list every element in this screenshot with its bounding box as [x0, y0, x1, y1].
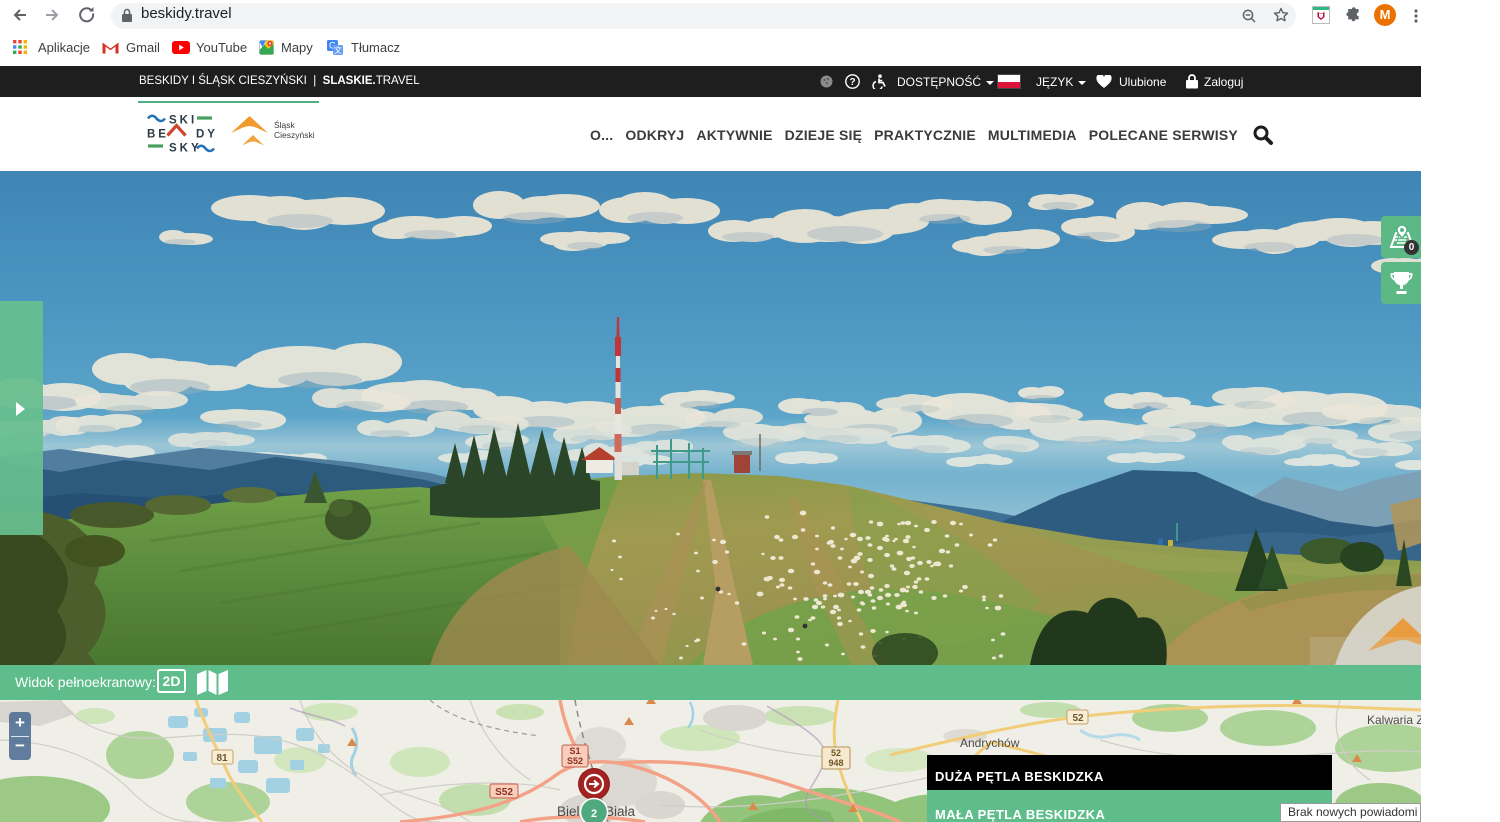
svg-text:S52: S52	[495, 787, 513, 798]
svg-text:52: 52	[831, 748, 841, 758]
svg-text:SKY: SKY	[169, 143, 202, 155]
svg-text:DY: DY	[196, 129, 218, 141]
svg-text:81: 81	[216, 753, 228, 764]
svg-text:?: ?	[849, 77, 855, 88]
svg-text:Śląsk: Śląsk	[274, 119, 296, 130]
svg-text:948: 948	[828, 758, 843, 768]
svg-text:S52: S52	[567, 756, 583, 766]
svg-text:Kalwaria Ze: Kalwaria Ze	[1367, 713, 1421, 727]
svg-text:Andrychów: Andrychów	[960, 736, 1020, 750]
svg-text:BE: BE	[147, 129, 169, 141]
svg-text:S1: S1	[569, 746, 580, 756]
svg-text:2: 2	[591, 808, 597, 820]
svg-text:52: 52	[1072, 713, 1084, 724]
svg-text:文: 文	[334, 45, 342, 55]
svg-text:Cieszyński: Cieszyński	[274, 130, 315, 140]
svg-text:SKI: SKI	[169, 115, 197, 127]
